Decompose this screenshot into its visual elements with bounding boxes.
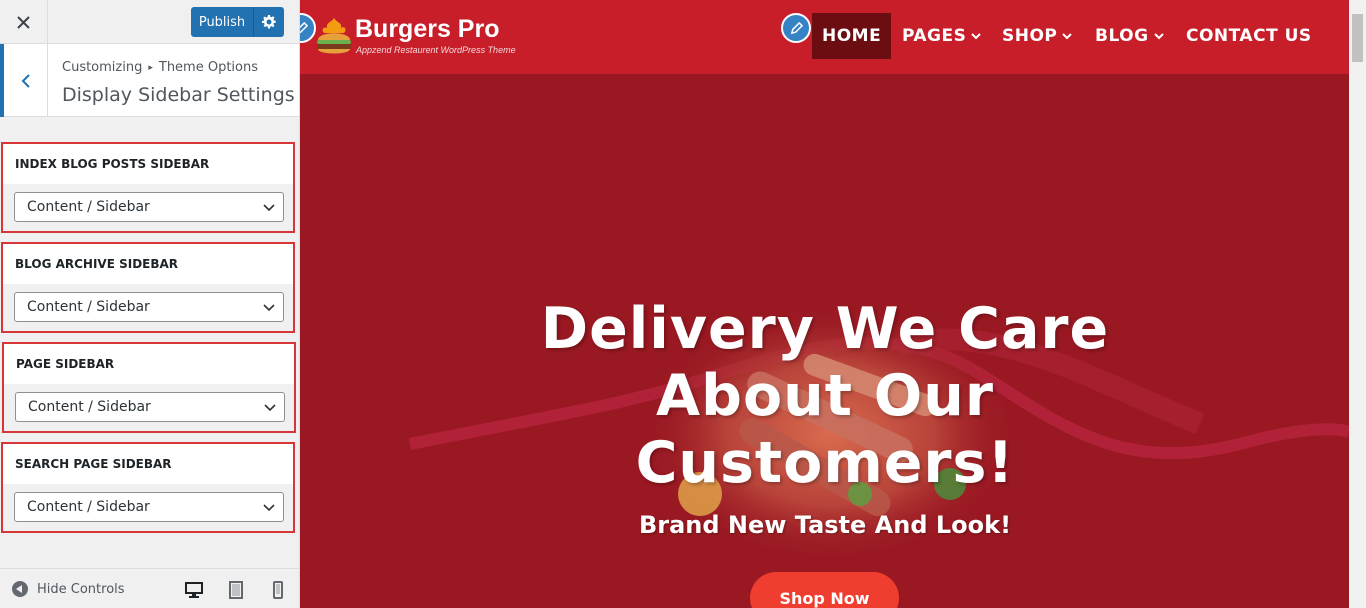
chevron-left-icon bbox=[21, 73, 30, 88]
chevron-down-icon bbox=[263, 504, 275, 512]
control-label: Index Blog Posts Sidebar bbox=[15, 157, 210, 171]
site-header: Burgers Pro Appzend Restaurent WordPress… bbox=[300, 0, 1349, 74]
shop-now-button[interactable]: Shop Now bbox=[750, 572, 899, 608]
pencil-icon bbox=[790, 21, 803, 34]
tablet-icon[interactable] bbox=[226, 581, 246, 599]
site-title[interactable]: Burgers Pro bbox=[355, 15, 499, 44]
select-value: Content / Sidebar bbox=[27, 199, 150, 215]
customizer-panel: Publish Customizing ▸ Theme Options Displa… bbox=[0, 0, 300, 608]
hero-title: Delivery We Care About Our Customers! bbox=[490, 296, 1160, 497]
customizer-header: Publish bbox=[0, 0, 299, 44]
nav-label: CONTACT US bbox=[1186, 26, 1312, 46]
hero-subtitle: Brand New Taste And Look! bbox=[638, 511, 1012, 539]
search-page-sidebar-select[interactable]: Content / Sidebar bbox=[14, 492, 284, 522]
hero-title-line: Delivery We Care bbox=[540, 296, 1110, 362]
customizer-footer: Hide Controls bbox=[0, 568, 299, 608]
nav-contact-us[interactable]: CONTACT US bbox=[1186, 13, 1312, 59]
burger-logo-icon[interactable] bbox=[314, 16, 354, 58]
control-search-page-sidebar: Search Page Sidebar Content / Sidebar bbox=[1, 442, 295, 533]
control-label: Blog Archive Sidebar bbox=[15, 257, 179, 271]
pencil-icon bbox=[300, 21, 308, 33]
nav-label: HOME bbox=[822, 26, 882, 46]
section-title: Display Sidebar Settings bbox=[62, 84, 295, 106]
nav-home[interactable]: HOME bbox=[812, 13, 892, 59]
chevron-down-icon bbox=[1062, 33, 1073, 40]
publish-group: Publish bbox=[191, 7, 284, 37]
gear-icon bbox=[262, 15, 276, 29]
chevron-down-icon bbox=[263, 204, 275, 212]
nav-blog[interactable]: BLOG bbox=[1095, 13, 1164, 59]
nav-pages[interactable]: PAGES bbox=[902, 13, 982, 59]
index-blog-sidebar-select[interactable]: Content / Sidebar bbox=[14, 192, 284, 222]
close-icon bbox=[17, 15, 30, 29]
nav-shop[interactable]: SHOP bbox=[1002, 13, 1073, 59]
nav-label: SHOP bbox=[1002, 26, 1058, 46]
control-index-blog-posts-sidebar: Index Blog Posts Sidebar Content / Sideb… bbox=[1, 142, 295, 233]
select-value: Content / Sidebar bbox=[27, 499, 150, 515]
preview-scrollbar[interactable] bbox=[1349, 0, 1366, 608]
hero-title-line: Customers! bbox=[635, 430, 1015, 496]
page-sidebar-select[interactable]: Content / Sidebar bbox=[15, 392, 285, 422]
chevron-down-icon bbox=[263, 304, 275, 312]
site-tagline: Appzend Restaurent WordPress Theme bbox=[356, 45, 516, 55]
breadcrumb-root: Customizing bbox=[62, 60, 143, 75]
edit-menu-shortcut[interactable] bbox=[781, 13, 811, 43]
scrollbar-thumb[interactable] bbox=[1352, 14, 1363, 62]
select-value: Content / Sidebar bbox=[27, 299, 150, 315]
breadcrumb-separator: ▸ bbox=[148, 63, 153, 73]
site-preview: Burgers Pro Appzend Restaurent WordPress… bbox=[300, 0, 1349, 608]
chevron-down-icon bbox=[971, 33, 982, 40]
control-page-sidebar: Page Sidebar Content / Sidebar bbox=[2, 342, 296, 433]
publish-settings-button[interactable] bbox=[253, 7, 284, 37]
mobile-icon[interactable] bbox=[268, 581, 288, 599]
hide-controls-label: Hide Controls bbox=[37, 581, 125, 597]
blog-archive-sidebar-select[interactable]: Content / Sidebar bbox=[14, 292, 284, 322]
close-customizer-button[interactable] bbox=[0, 0, 48, 44]
control-label: Page Sidebar bbox=[16, 357, 115, 371]
chevron-down-icon bbox=[1153, 33, 1164, 40]
control-label: Search Page Sidebar bbox=[15, 457, 172, 471]
chevron-down-icon bbox=[264, 404, 276, 412]
desktop-icon[interactable] bbox=[184, 581, 204, 599]
publish-button[interactable]: Publish bbox=[191, 7, 253, 37]
breadcrumb: Customizing ▸ Theme Options bbox=[62, 60, 258, 75]
section-header: Customizing ▸ Theme Options Display Sideba… bbox=[0, 44, 299, 117]
nav-label: PAGES bbox=[902, 26, 967, 46]
breadcrumb-parent: Theme Options bbox=[158, 60, 259, 75]
control-blog-archive-sidebar: Blog Archive Sidebar Content / Sidebar bbox=[1, 242, 295, 333]
back-button[interactable] bbox=[0, 44, 48, 117]
nav-label: BLOG bbox=[1095, 26, 1149, 46]
hide-controls-button[interactable]: Hide Controls bbox=[12, 581, 125, 597]
collapse-icon bbox=[12, 581, 28, 597]
select-value: Content / Sidebar bbox=[28, 399, 151, 415]
hero-title-line: About Our bbox=[656, 363, 994, 429]
